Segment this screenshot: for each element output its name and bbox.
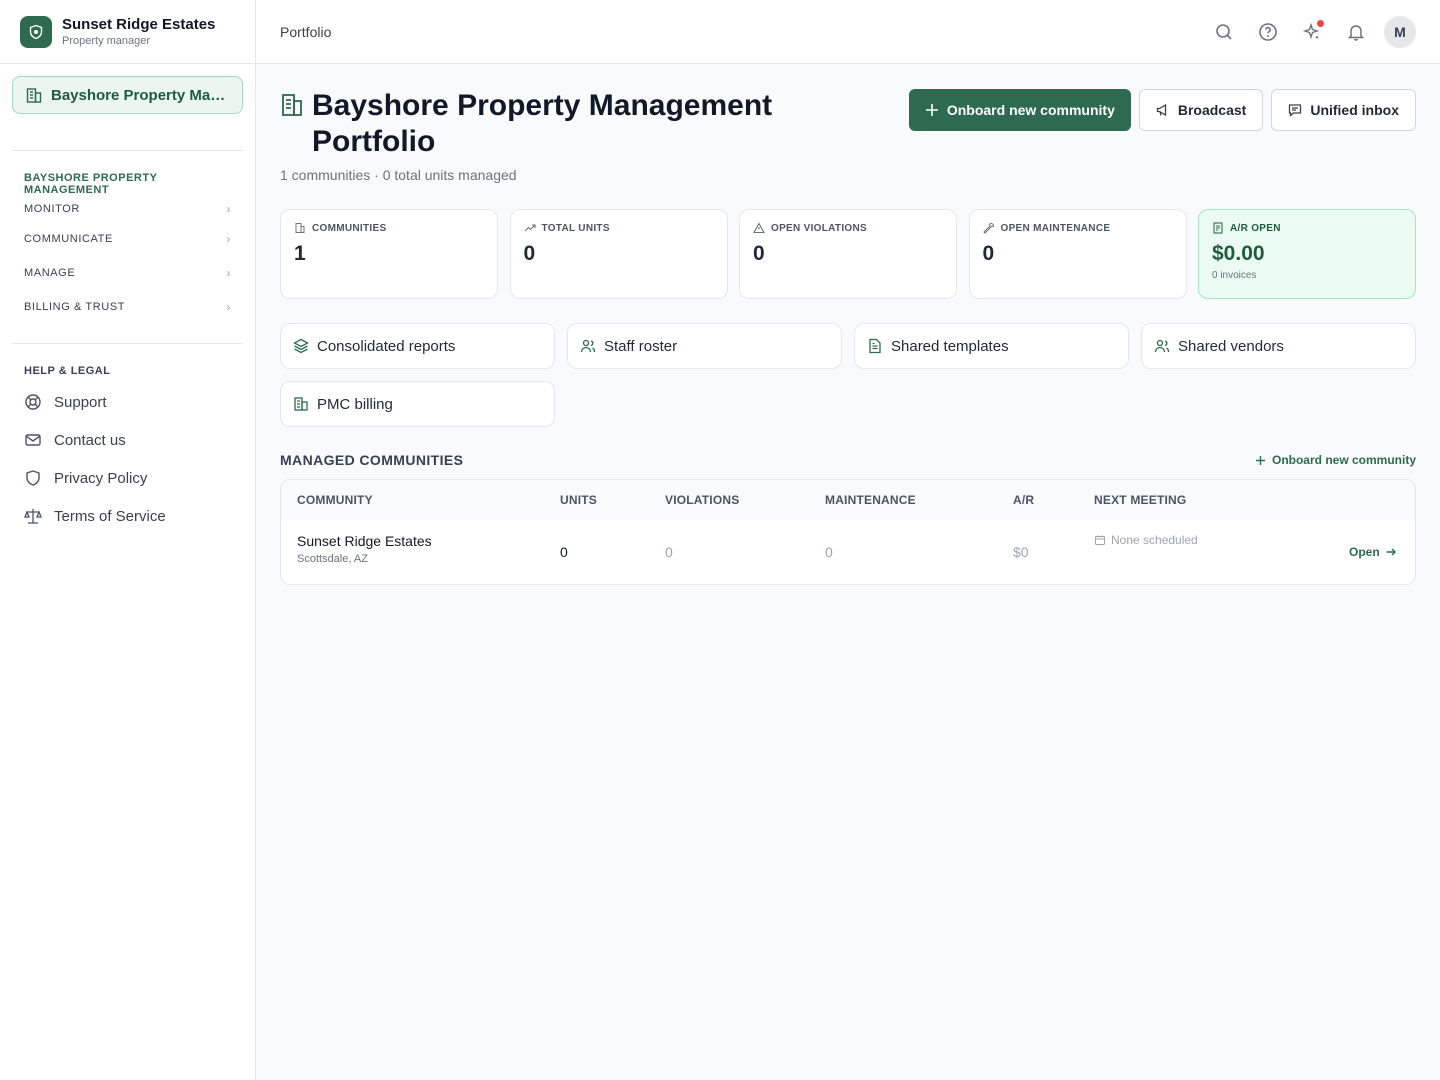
col-maintenance[interactable]: MAINTENANCE [825, 493, 916, 507]
link-shared-templates[interactable]: Shared templates [854, 323, 1129, 369]
plus-icon [925, 104, 938, 116]
stat-value: 0 [753, 242, 765, 265]
community-cell: Sunset Ridge Estates Scottsdale, AZ [297, 533, 432, 565]
nav-billing-trust[interactable]: BILLING & TRUST › [0, 290, 255, 324]
chevron-right-icon: › [226, 202, 231, 216]
sidebar-divider [12, 343, 243, 344]
stat-value: $0.00 [1212, 242, 1265, 265]
col-next-meeting[interactable]: NEXT MEETING [1094, 493, 1186, 507]
nav-communicate[interactable]: COMMUNICATE › [0, 222, 255, 256]
shield-logo-icon [20, 15, 52, 48]
community-name[interactable]: Sunset Ridge Estates [297, 533, 432, 549]
help-privacy[interactable]: Privacy Policy [0, 459, 255, 497]
building-icon [295, 223, 305, 233]
topbar: Portfolio M [256, 0, 1440, 64]
sidebar: Sunset Ridge Estates Property manager Ba… [0, 0, 256, 1080]
stat-open-violations[interactable]: OPEN VIOLATIONS 0 [739, 209, 957, 299]
arrow-right-icon [1386, 548, 1396, 556]
brand-role: Property manager [62, 34, 151, 47]
help-terms[interactable]: Terms of Service [0, 497, 255, 535]
calendar-icon [1095, 535, 1105, 545]
chevron-right-icon: › [226, 266, 231, 280]
units-cell: 0 [560, 544, 568, 560]
col-units[interactable]: UNITS [560, 493, 597, 507]
page-title: Bayshore Property Management Portfolio [312, 89, 773, 158]
help-icon[interactable] [1252, 16, 1284, 48]
stat-sub: 0 invoices [1212, 270, 1257, 281]
communities-table: COMMUNITY UNITS VIOLATIONS MAINTENANCE A… [280, 479, 1416, 585]
stat-open-maintenance[interactable]: OPEN MAINTENANCE 0 [968, 209, 1187, 299]
file-text-icon [869, 338, 881, 354]
help-contact[interactable]: Contact us [0, 421, 255, 459]
maintenance-cell: 0 [825, 544, 833, 560]
avatar[interactable]: M [1384, 16, 1416, 48]
chevron-right-icon: › [226, 232, 231, 246]
col-violations[interactable]: VIOLATIONS [665, 493, 739, 507]
scale-icon [24, 509, 42, 524]
org-section-title: BAYSHORE PROPERTY MANAGEMENT [24, 172, 158, 196]
community-location: Scottsdale, AZ [297, 553, 368, 565]
building-icon [282, 94, 302, 116]
wrench-icon [982, 222, 994, 234]
org-switcher-label: Bayshore Property Man... [51, 86, 226, 104]
stat-value: 1 [294, 242, 306, 265]
onboard-community-button[interactable]: Onboard new community [908, 89, 1131, 131]
stat-value: 0 [982, 242, 995, 265]
megaphone-icon [1156, 103, 1167, 117]
col-community[interactable]: COMMUNITY [297, 493, 373, 507]
alert-triangle-icon [753, 222, 765, 234]
link-consolidated-reports[interactable]: Consolidated reports [280, 323, 555, 369]
help-support[interactable]: Support [0, 383, 255, 421]
plus-icon [1255, 455, 1265, 465]
stat-communities[interactable]: COMMUNITIES 1 [280, 209, 498, 299]
sidebar-divider [12, 150, 243, 151]
nav-monitor[interactable]: MONITOR › [0, 196, 255, 222]
breadcrumb[interactable]: Portfolio [280, 24, 331, 40]
unified-inbox-button[interactable]: Unified inbox [1271, 89, 1416, 131]
stat-ar-open[interactable]: A/R OPEN $0.00 0 invoices [1198, 209, 1416, 299]
table-row[interactable]: Sunset Ridge Estates Scottsdale, AZ 0 0 … [281, 520, 1415, 584]
link-pmc-billing[interactable]: PMC billing [280, 381, 555, 427]
lifebuoy-icon [25, 394, 41, 410]
sparkles-icon[interactable] [1296, 16, 1328, 48]
violations-cell: 0 [665, 544, 673, 560]
chevron-right-icon: › [226, 300, 231, 314]
main-content: Bayshore Property Management Portfolio 1… [280, 88, 1416, 585]
notification-dot [1317, 20, 1324, 27]
trending-up-icon [524, 224, 536, 232]
stat-value: 0 [523, 242, 536, 265]
receipt-icon [1213, 222, 1223, 234]
ar-cell: $0 [1013, 544, 1029, 560]
broadcast-button[interactable]: Broadcast [1138, 89, 1264, 131]
table-header: COMMUNITY UNITS VIOLATIONS MAINTENANCE A… [281, 480, 1415, 520]
search-icon[interactable] [1208, 16, 1240, 48]
users-icon [580, 339, 596, 353]
link-shared-vendors[interactable]: Shared vendors [1141, 323, 1416, 369]
layers-icon [293, 338, 309, 354]
onboard-community-link[interactable]: Onboard new community [1255, 453, 1416, 467]
col-ar[interactable]: A/R [1013, 493, 1034, 507]
building-icon [294, 397, 308, 411]
nav-manage[interactable]: MANAGE › [0, 256, 255, 290]
stat-total-units[interactable]: TOTAL UNITS 0 [509, 209, 728, 299]
stats-row: COMMUNITIES 1 TOTAL UNITS 0 OPEN VIOLATI… [280, 209, 1416, 299]
help-section-title: HELP & LEGAL [24, 365, 111, 377]
next-meeting-cell: None scheduled [1094, 533, 1198, 547]
section-title: MANAGED COMMUNITIES [280, 452, 464, 468]
link-staff-roster[interactable]: Staff roster [567, 323, 842, 369]
users-icon [1154, 339, 1170, 353]
bell-icon[interactable] [1340, 16, 1372, 48]
building-icon [26, 88, 42, 103]
message-square-icon [1289, 104, 1302, 117]
brand[interactable]: Sunset Ridge Estates Property manager [0, 0, 255, 64]
open-community-link[interactable]: Open [1349, 545, 1397, 559]
org-switcher[interactable]: Bayshore Property Man... [12, 76, 243, 114]
shield-icon [26, 470, 40, 486]
mail-icon [25, 434, 41, 446]
page-subtitle: 1 communities · 0 total units managed [280, 167, 517, 183]
brand-name: Sunset Ridge Estates [62, 15, 216, 33]
